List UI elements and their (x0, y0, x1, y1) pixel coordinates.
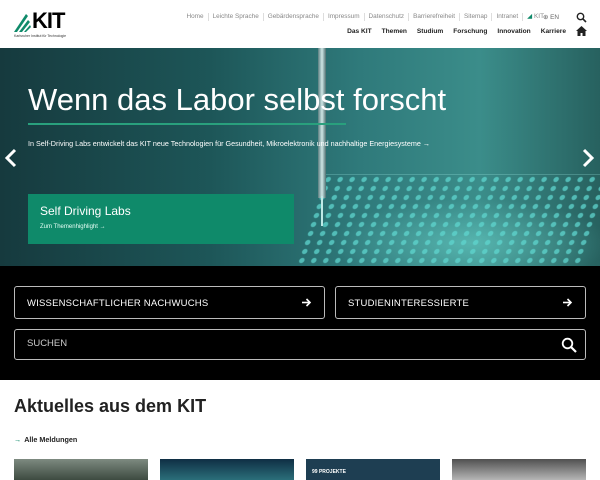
arrow-right-icon: → (422, 139, 431, 148)
top-link-impressum[interactable]: Impressum (322, 13, 364, 21)
main-nav: Das KIT Themen Studium Forschung Innovat… (347, 28, 566, 35)
pipette-tip-image (321, 196, 323, 226)
kit-logo[interactable]: KIT Karlsruher Institut für Technologie (14, 8, 78, 38)
studieninteressierte-button[interactable]: STUDIENINTERESSIERTE (335, 286, 586, 319)
nav-themen[interactable]: Themen (382, 28, 407, 35)
globe-icon: ⊕ (543, 14, 549, 21)
search-icon[interactable] (561, 337, 577, 353)
arrow-right-icon (302, 298, 312, 307)
search-icon[interactable] (576, 12, 587, 23)
top-link-barrierefreiheit[interactable]: Barrierefreiheit (408, 13, 459, 21)
top-link-gebaerdensprache[interactable]: Gebärdensprache (262, 13, 323, 21)
news-thumbnail[interactable] (452, 459, 586, 480)
news-heading: Aktuelles aus dem KIT (14, 396, 207, 416)
hero-cta-title: Self Driving Labs (40, 204, 131, 218)
language-switch[interactable]: ⊕ EN (543, 13, 559, 21)
arrow-right-icon: → (14, 435, 22, 444)
carousel-next-icon[interactable] (581, 148, 595, 168)
news-thumbnail[interactable] (160, 459, 294, 480)
top-link-intranet[interactable]: Intranet (491, 13, 522, 21)
thumbnail-caption: 99 PROJEKTE (312, 469, 346, 475)
top-link-datenschutz[interactable]: Datenschutz (363, 13, 409, 21)
nav-das-kit[interactable]: Das KIT (347, 28, 372, 35)
all-news-link[interactable]: → Alle Meldungen (14, 435, 77, 444)
top-link-leichte-sprache[interactable]: Leichte Sprache (207, 13, 263, 21)
kit-logo-mark-icon (14, 14, 31, 32)
button-label: WISSENSCHAFTLICHER NACHWUCHS (27, 298, 209, 309)
home-icon[interactable] (576, 26, 587, 36)
nav-karriere[interactable]: Karriere (541, 28, 566, 35)
carousel-prev-icon[interactable] (4, 148, 18, 168)
hero-cta-card[interactable]: Self Driving Labs Zum Themenhighlight → (28, 194, 294, 244)
search-input[interactable] (27, 338, 527, 349)
hero-cta-link[interactable]: Zum Themenhighlight → (40, 224, 106, 230)
nav-innovation[interactable]: Innovation (497, 28, 530, 35)
nav-forschung[interactable]: Forschung (453, 28, 487, 35)
quick-access-section (0, 266, 600, 380)
nav-studium[interactable]: Studium (417, 28, 443, 35)
top-link-home[interactable]: Home (183, 13, 208, 21)
button-label: STUDIENINTERESSIERTE (348, 298, 470, 309)
hero-title: Wenn das Labor selbst forscht (28, 82, 447, 117)
hero-rule (28, 123, 346, 125)
wissenschaftlicher-nachwuchs-button[interactable]: WISSENSCHAFTLICHER NACHWUCHS (14, 286, 325, 319)
search-box (14, 329, 586, 360)
top-link-sitemap[interactable]: Sitemap (459, 13, 491, 21)
arrow-right-icon: → (99, 224, 106, 230)
hero-banner: Wenn das Labor selbst forscht In Self-Dr… (0, 48, 600, 266)
news-thumbnail[interactable] (14, 459, 148, 480)
logo-subtitle: Karlsruher Institut für Technologie (14, 34, 67, 38)
logo-text: KIT (32, 8, 65, 33)
top-nav: Home Leichte Sprache Gebärdensprache Imp… (183, 13, 548, 21)
hero-text[interactable]: In Self-Driving Labs entwickelt das KIT … (28, 139, 430, 148)
site-header: KIT Karlsruher Institut für Technologie … (0, 0, 600, 48)
arrow-right-icon (563, 298, 573, 307)
news-thumbnail[interactable]: 99 PROJEKTE (306, 459, 440, 480)
well-plate-image (292, 174, 600, 266)
